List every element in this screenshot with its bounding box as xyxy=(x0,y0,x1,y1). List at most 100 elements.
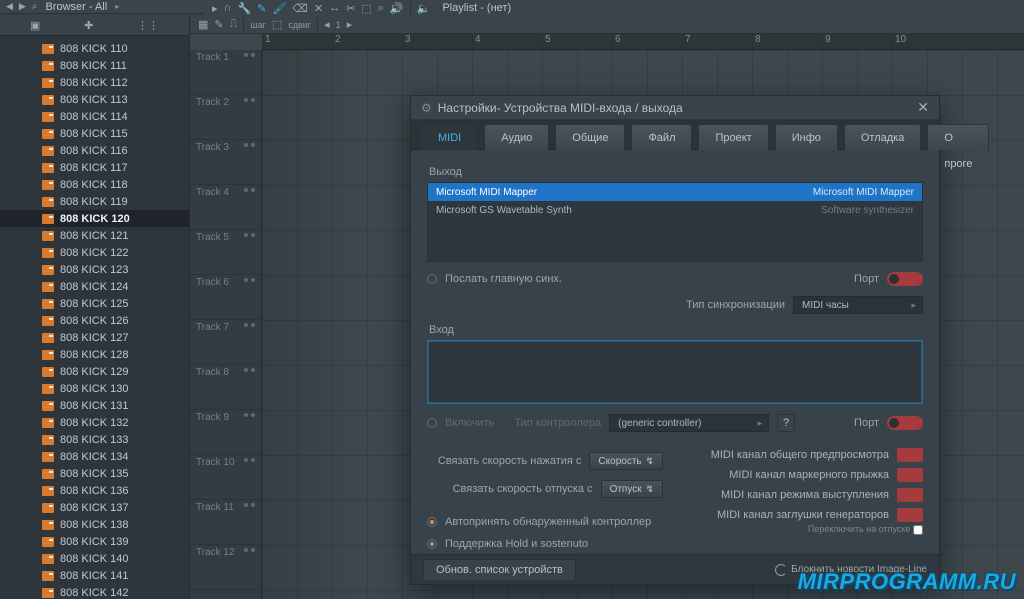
browser-item[interactable]: 808 KICK 135 xyxy=(0,465,189,482)
input-port-toggle[interactable] xyxy=(887,416,923,430)
output-row-selected[interactable]: Microsoft MIDI Mapper Microsoft MIDI Map… xyxy=(428,183,922,201)
browser-item[interactable]: 808 KICK 142 xyxy=(0,584,189,599)
send-master-sync-radio[interactable] xyxy=(427,274,437,284)
collapse-icon[interactable]: ▣ xyxy=(30,19,40,32)
magnet-icon[interactable]: ∩ xyxy=(224,2,232,14)
browser-item[interactable]: 808 KICK 117 xyxy=(0,159,189,176)
browser-item[interactable]: 808 KICK 132 xyxy=(0,414,189,431)
tab-о проге[interactable]: О проге xyxy=(927,124,989,150)
browser-item[interactable]: 808 KICK 129 xyxy=(0,363,189,380)
track-header[interactable]: Track 2 xyxy=(190,95,261,140)
play-icon[interactable]: ▸ xyxy=(212,2,218,15)
browser-item[interactable]: 808 KICK 141 xyxy=(0,567,189,584)
slip-icon[interactable]: ↔ xyxy=(329,2,340,14)
controller-help-button[interactable]: ? xyxy=(777,414,795,432)
browser-item[interactable]: 808 KICK 123 xyxy=(0,261,189,278)
sync-type-dropdown[interactable]: MIDI часы xyxy=(793,296,923,314)
browser-title[interactable]: Browser - All xyxy=(45,1,107,13)
browser-item[interactable]: 808 KICK 136 xyxy=(0,482,189,499)
browser-item[interactable]: 808 KICK 140 xyxy=(0,550,189,567)
tab-файл[interactable]: Файл xyxy=(631,124,692,150)
midi-ch-perform-toggle[interactable] xyxy=(897,488,923,502)
midi-ch-preview-toggle[interactable] xyxy=(897,448,923,462)
step-lock-icon[interactable]: ⬚ xyxy=(272,18,282,31)
tab-инфо[interactable]: Инфо xyxy=(775,124,838,150)
track-header[interactable]: Track 3 xyxy=(190,140,261,185)
browser-item[interactable]: 808 KICK 126 xyxy=(0,312,189,329)
mute-icon[interactable]: ✕ xyxy=(314,2,323,15)
close-icon[interactable]: ✕ xyxy=(917,99,929,116)
sliders-icon[interactable]: ⋮⋮ xyxy=(137,19,159,32)
wrench-icon[interactable]: 🔧 xyxy=(237,2,251,15)
browser-item[interactable]: 808 KICK 121 xyxy=(0,227,189,244)
browser-item[interactable]: 808 KICK 125 xyxy=(0,295,189,312)
hold-sostenuto-radio[interactable] xyxy=(427,539,437,549)
track-header[interactable]: Track 7 xyxy=(190,320,261,365)
browser-item[interactable]: 808 KICK 134 xyxy=(0,448,189,465)
search-icon[interactable]: ⌕ xyxy=(32,1,38,12)
auto-accept-radio[interactable] xyxy=(427,517,437,527)
track-header[interactable]: Track 8 xyxy=(190,365,261,410)
browser-item[interactable]: 808 KICK 137 xyxy=(0,499,189,516)
playlist-title[interactable]: Playlist - (нет) xyxy=(442,2,511,14)
image-line-news-link[interactable]: Блокнить новости Image-Line xyxy=(775,564,927,576)
midi-input-list[interactable] xyxy=(427,340,923,404)
browser-dropdown-caret[interactable]: ▸ xyxy=(115,2,119,11)
enable-input-radio[interactable] xyxy=(427,418,437,428)
slice-icon[interactable]: ✂ xyxy=(346,2,355,15)
track-header[interactable]: Track 12 xyxy=(190,545,261,590)
browser-item[interactable]: 808 KICK 124 xyxy=(0,278,189,295)
browser-item[interactable]: 808 KICK 116 xyxy=(0,142,189,159)
track-header[interactable]: Track 6 xyxy=(190,275,261,320)
browser-item[interactable]: 808 KICK 110 xyxy=(0,40,189,57)
output-port-toggle[interactable] xyxy=(887,272,923,286)
browser-item[interactable]: 808 KICK 119 xyxy=(0,193,189,210)
sub-brush-icon[interactable]: ✎ xyxy=(214,18,223,31)
tab-аудио[interactable]: Аудио xyxy=(484,124,549,150)
tab-проект[interactable]: Проект xyxy=(698,124,768,150)
track-header[interactable]: Track 1 xyxy=(190,50,261,95)
browser-item[interactable]: 808 KICK 113 xyxy=(0,91,189,108)
tab-midi[interactable]: MIDI xyxy=(421,124,478,150)
track-header[interactable]: Track 4 xyxy=(190,185,261,230)
track-header[interactable]: Track 5 xyxy=(190,230,261,275)
controller-type-dropdown[interactable]: (generic controller) xyxy=(609,414,769,432)
playback-icon[interactable]: 🔊 xyxy=(390,2,404,15)
velocity-release-button[interactable]: Отпуск↯ xyxy=(601,480,663,498)
playlist-speaker-icon[interactable]: 🔈 xyxy=(417,2,431,15)
nav-fwd-icon[interactable]: ▶ xyxy=(19,1,26,12)
select-icon[interactable]: ⬚ xyxy=(361,2,371,15)
sub-menu-icon[interactable]: ▦ xyxy=(198,18,208,31)
velocity-press-button[interactable]: Скорость↯ xyxy=(589,452,663,470)
midi-ch-gen-toggle[interactable] xyxy=(897,508,923,522)
midi-output-list[interactable]: Microsoft MIDI Mapper Microsoft MIDI Map… xyxy=(427,182,923,262)
browser-list[interactable]: 808 KICK 110808 KICK 111808 KICK 112808 … xyxy=(0,36,189,599)
browser-item[interactable]: 808 KICK 139 xyxy=(0,533,189,550)
track-header[interactable]: Track 10 xyxy=(190,455,261,500)
tab-общие[interactable]: Общие xyxy=(555,124,625,150)
browser-item[interactable]: 808 KICK 111 xyxy=(0,57,189,74)
browser-item[interactable]: 808 KICK 138 xyxy=(0,516,189,533)
browser-item[interactable]: 808 KICK 120 xyxy=(0,210,189,227)
playlist-ruler[interactable]: 12345678910 xyxy=(262,34,1024,50)
browser-item[interactable]: 808 KICK 131 xyxy=(0,397,189,414)
browser-item[interactable]: 808 KICK 127 xyxy=(0,329,189,346)
output-row[interactable]: Microsoft GS Wavetable Synth Software sy… xyxy=(428,201,922,219)
browser-item[interactable]: 808 KICK 122 xyxy=(0,244,189,261)
refresh-devices-button[interactable]: Обнов. список устройств xyxy=(423,559,576,581)
erase-icon[interactable]: ⌫ xyxy=(292,2,308,15)
switch-on-release-checkbox[interactable] xyxy=(913,525,923,535)
browser-item[interactable]: 808 KICK 128 xyxy=(0,346,189,363)
track-header[interactable]: Track 11 xyxy=(190,500,261,545)
prev-arrow-icon[interactable]: ◂ xyxy=(324,18,330,31)
paint-icon[interactable]: 🖌 xyxy=(272,2,286,15)
browser-item[interactable]: 808 KICK 115 xyxy=(0,125,189,142)
dialog-title-bar[interactable]: ⚙ Настройки- Устройства MIDI-входа / вых… xyxy=(411,96,939,120)
next-arrow-icon[interactable]: ▸ xyxy=(347,18,353,31)
tab-отладка[interactable]: Отладка xyxy=(844,124,921,150)
plus-icon[interactable]: ✚ xyxy=(84,19,93,32)
midi-ch-marker-toggle[interactable] xyxy=(897,468,923,482)
sub-snap-icon[interactable]: ⎍ xyxy=(230,18,238,31)
browser-item[interactable]: 808 KICK 114 xyxy=(0,108,189,125)
draw-icon[interactable]: ✎ xyxy=(257,2,266,15)
